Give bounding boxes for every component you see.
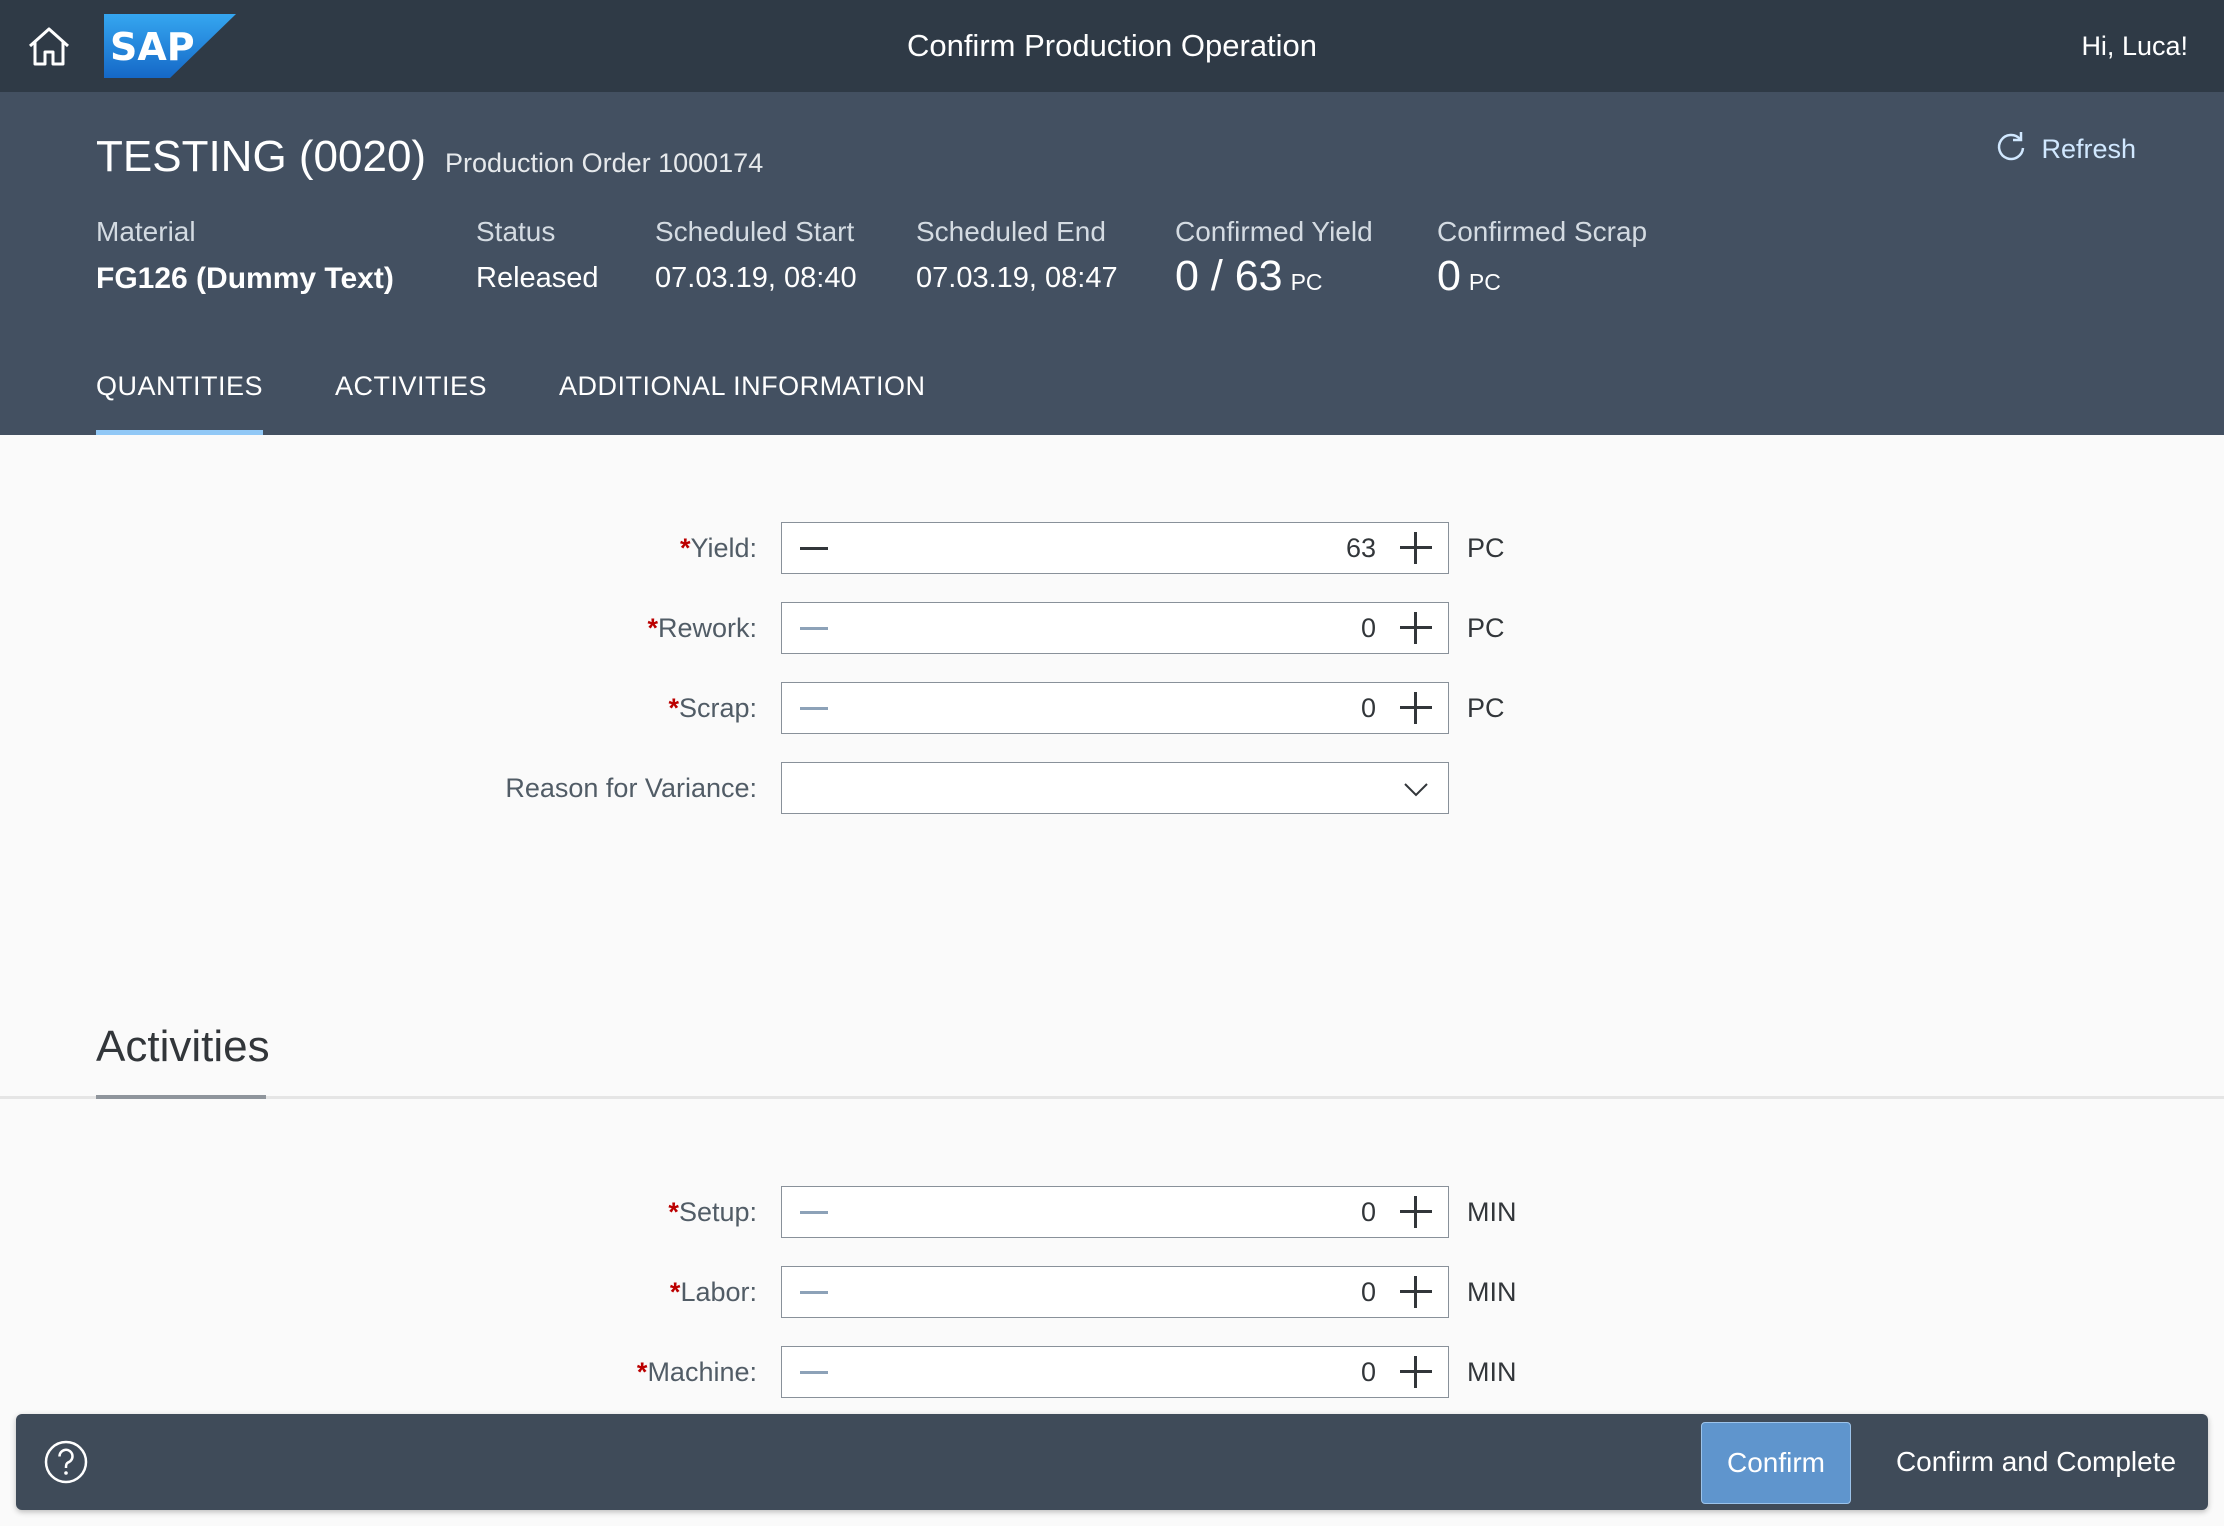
labor-label: Labor: <box>680 1277 757 1307</box>
scrap-row: *Scrap: 0 PC <box>0 682 2224 734</box>
section-title-underline <box>96 1095 266 1099</box>
attr-material: Material FG126 (Dummy Text) <box>96 216 394 296</box>
increment-icon[interactable] <box>1400 1356 1432 1388</box>
attr-scheduled-start: Scheduled Start 07.03.19, 08:40 <box>655 216 857 295</box>
scheduled-start-label: Scheduled Start <box>655 216 855 247</box>
yield-row: *Yield: 63 PC <box>0 522 2224 574</box>
tab-bar: QUANTITIES ACTIVITIES ADDITIONAL INFORMA… <box>96 344 998 435</box>
confirmed-scrap-unit: PC <box>1468 269 1501 295</box>
machine-row: *Machine: 0 MIN <box>0 1346 2224 1398</box>
required-marker: * <box>636 1357 648 1387</box>
scrap-label: Scrap: <box>678 693 757 723</box>
decrement-icon[interactable] <box>798 1187 830 1237</box>
increment-icon[interactable] <box>1400 1196 1432 1228</box>
tab-additional-information[interactable]: ADDITIONAL INFORMATION <box>559 344 926 435</box>
increment-icon[interactable] <box>1400 692 1432 724</box>
labor-unit: MIN <box>1467 1277 1517 1307</box>
setup-unit: MIN <box>1467 1197 1517 1227</box>
production-order-subtitle: Production Order 1000174 <box>445 148 764 178</box>
footer-toolbar: Confirm Confirm and Complete <box>16 1414 2208 1510</box>
help-icon[interactable] <box>44 1440 88 1484</box>
app-title: Confirm Production Operation <box>906 28 1318 63</box>
tab-activities[interactable]: ACTIVITIES <box>335 344 487 435</box>
refresh-label: Refresh <box>2041 134 2136 164</box>
user-greeting[interactable]: Hi, Luca! <box>2081 0 2188 92</box>
material-value: FG126 (Dummy Text) <box>96 262 394 295</box>
refresh-button[interactable]: Refresh <box>1995 130 2136 169</box>
status-label: Status <box>476 216 556 247</box>
rework-unit: PC <box>1467 613 1505 643</box>
scrap-value[interactable]: 0 <box>1361 683 1376 733</box>
increment-icon[interactable] <box>1400 532 1432 564</box>
confirmed-yield-value: 0 / 63 <box>1175 252 1283 300</box>
object-header: TESTING (0020) Production Order 1000174 … <box>0 92 2224 435</box>
required-marker: * <box>669 1277 681 1307</box>
variance-reason-select[interactable] <box>781 762 1449 814</box>
confirmed-scrap-label: Confirmed Scrap <box>1437 216 1648 247</box>
yield-value[interactable]: 63 <box>1346 523 1376 573</box>
scrap-unit: PC <box>1467 693 1505 723</box>
yield-label: Yield: <box>690 533 757 563</box>
yield-stepper[interactable]: 63 <box>781 522 1449 574</box>
confirmed-yield-unit: PC <box>1290 269 1323 295</box>
increment-icon[interactable] <box>1400 1276 1432 1308</box>
yield-unit: PC <box>1467 533 1505 563</box>
scheduled-start-value: 07.03.19, 08:40 <box>655 262 857 294</box>
required-marker: * <box>647 613 658 643</box>
confirm-button[interactable]: Confirm <box>1701 1422 1851 1504</box>
confirmed-scrap-value: 0 <box>1437 252 1461 300</box>
tab-quantities[interactable]: QUANTITIES <box>96 344 264 435</box>
decrement-icon[interactable] <box>798 1267 830 1317</box>
increment-icon[interactable] <box>1400 612 1432 644</box>
refresh-icon <box>1995 130 2027 169</box>
machine-stepper[interactable]: 0 <box>781 1346 1449 1398</box>
labor-stepper[interactable]: 0 <box>781 1266 1449 1318</box>
decrement-icon[interactable] <box>798 603 830 653</box>
chevron-down-icon[interactable] <box>1402 775 1430 803</box>
setup-label: Setup: <box>678 1197 757 1227</box>
status-value: Released <box>476 262 599 294</box>
operation-title: TESTING (0020) <box>96 132 427 181</box>
rework-stepper[interactable]: 0 <box>781 602 1449 654</box>
decrement-icon[interactable] <box>798 683 830 733</box>
rework-label: Rework: <box>657 613 757 643</box>
attr-status: Status Released <box>476 216 599 295</box>
machine-unit: MIN <box>1467 1357 1517 1387</box>
decrement-icon[interactable] <box>798 523 830 573</box>
setup-value[interactable]: 0 <box>1361 1187 1376 1237</box>
setup-row: *Setup: 0 MIN <box>0 1186 2224 1238</box>
activities-section-title: Activities <box>96 1022 270 1071</box>
required-marker: * <box>668 693 679 723</box>
required-marker: * <box>668 1197 679 1227</box>
machine-label: Machine: <box>647 1357 757 1387</box>
material-label: Material <box>96 216 196 247</box>
section-divider <box>0 1096 2224 1099</box>
setup-stepper[interactable]: 0 <box>781 1186 1449 1238</box>
scheduled-end-value: 07.03.19, 08:47 <box>916 262 1118 294</box>
rework-row: *Rework: 0 PC <box>0 602 2224 654</box>
shell-bar: SAP Confirm Production Operation Hi, Luc… <box>0 0 2224 92</box>
decrement-icon[interactable] <box>798 1347 830 1397</box>
labor-row: *Labor: 0 MIN <box>0 1266 2224 1318</box>
confirm-and-complete-button[interactable]: Confirm and Complete <box>1878 1422 2194 1502</box>
attr-confirmed-scrap: Confirmed Scrap 0 PC <box>1437 216 1647 301</box>
required-marker: * <box>679 533 691 563</box>
variance-row: Reason for Variance: <box>0 762 2224 814</box>
labor-value[interactable]: 0 <box>1361 1267 1376 1317</box>
scrap-stepper[interactable]: 0 <box>781 682 1449 734</box>
variance-label: Reason for Variance: <box>505 773 757 803</box>
attr-confirmed-yield: Confirmed Yield 0 / 63 PC <box>1175 216 1373 301</box>
rework-value[interactable]: 0 <box>1361 603 1376 653</box>
confirmed-yield-label: Confirmed Yield <box>1175 216 1373 247</box>
machine-value[interactable]: 0 <box>1361 1347 1376 1397</box>
attr-scheduled-end: Scheduled End 07.03.19, 08:47 <box>916 216 1118 295</box>
scheduled-end-label: Scheduled End <box>916 216 1106 247</box>
